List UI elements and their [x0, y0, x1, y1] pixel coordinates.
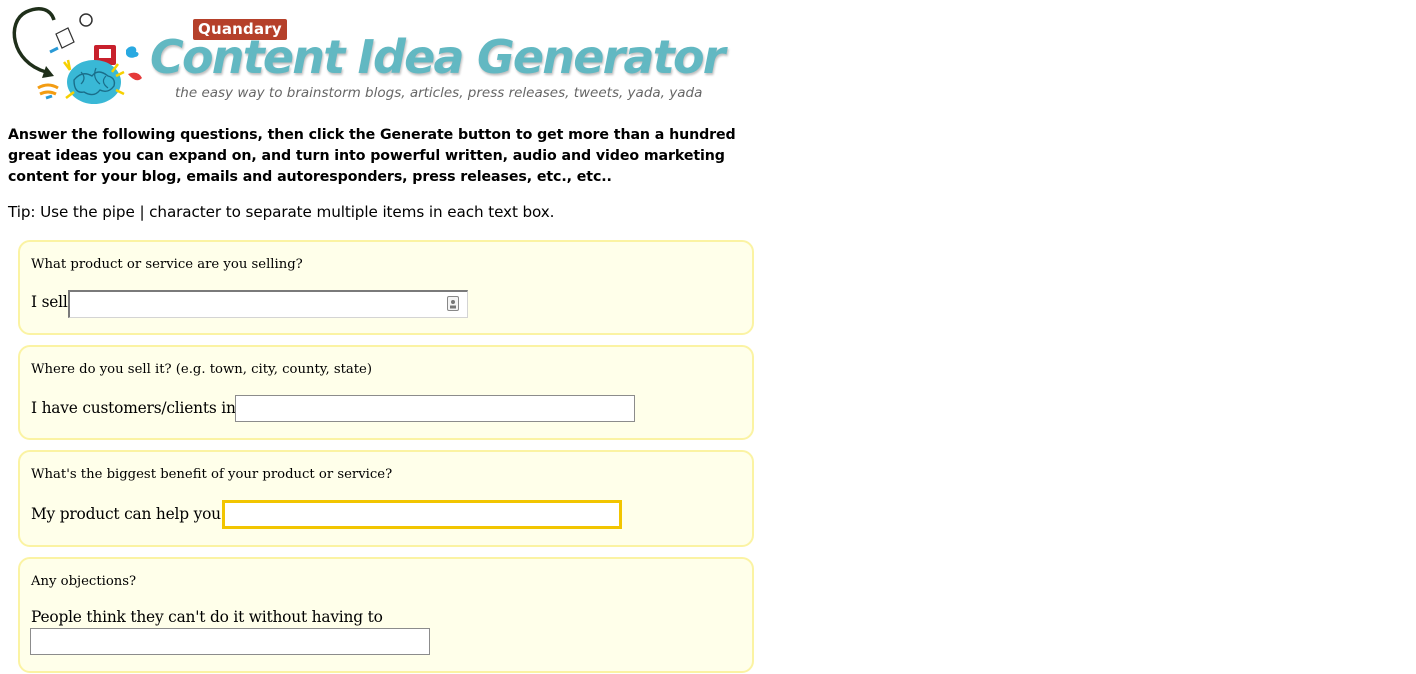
page-title: Content Idea Generator — [150, 30, 725, 84]
question-card-benefit: What's the biggest benefit of your produ… — [18, 450, 754, 547]
question-card-objections: Any objections? People think they can't … — [18, 557, 754, 673]
objections-input[interactable] — [30, 628, 430, 655]
product-field-wrapper — [68, 290, 468, 318]
benefit-input[interactable] — [222, 500, 622, 529]
question-card-location: Where do you sell it? (e.g. town, city, … — [18, 345, 754, 440]
question-title: Any objections? — [31, 574, 137, 589]
field-label: My product can help you — [31, 505, 221, 523]
question-title: What's the biggest benefit of your produ… — [31, 467, 393, 482]
question-title: Where do you sell it? (e.g. town, city, … — [31, 362, 373, 377]
question-card-product: What product or service are you selling?… — [18, 240, 754, 335]
site-header: Quandary Content Idea Generator the easy… — [0, 0, 725, 115]
question-title: What product or service are you selling? — [31, 257, 303, 272]
tagline: the easy way to brainstorm blogs, articl… — [175, 85, 703, 101]
field-label: I sell — [31, 293, 68, 311]
intro-text: Answer the following questions, then cli… — [8, 127, 736, 185]
field-label: I have customers/clients in — [31, 399, 236, 417]
location-input[interactable] — [235, 395, 635, 422]
brainstorm-collage-icon — [12, 7, 142, 104]
field-label: People think they can't do it without ha… — [31, 608, 383, 626]
tip-text: Tip: Use the pipe | character to separat… — [8, 203, 555, 221]
product-input[interactable] — [68, 290, 468, 318]
contact-autofill-icon[interactable] — [447, 296, 459, 311]
